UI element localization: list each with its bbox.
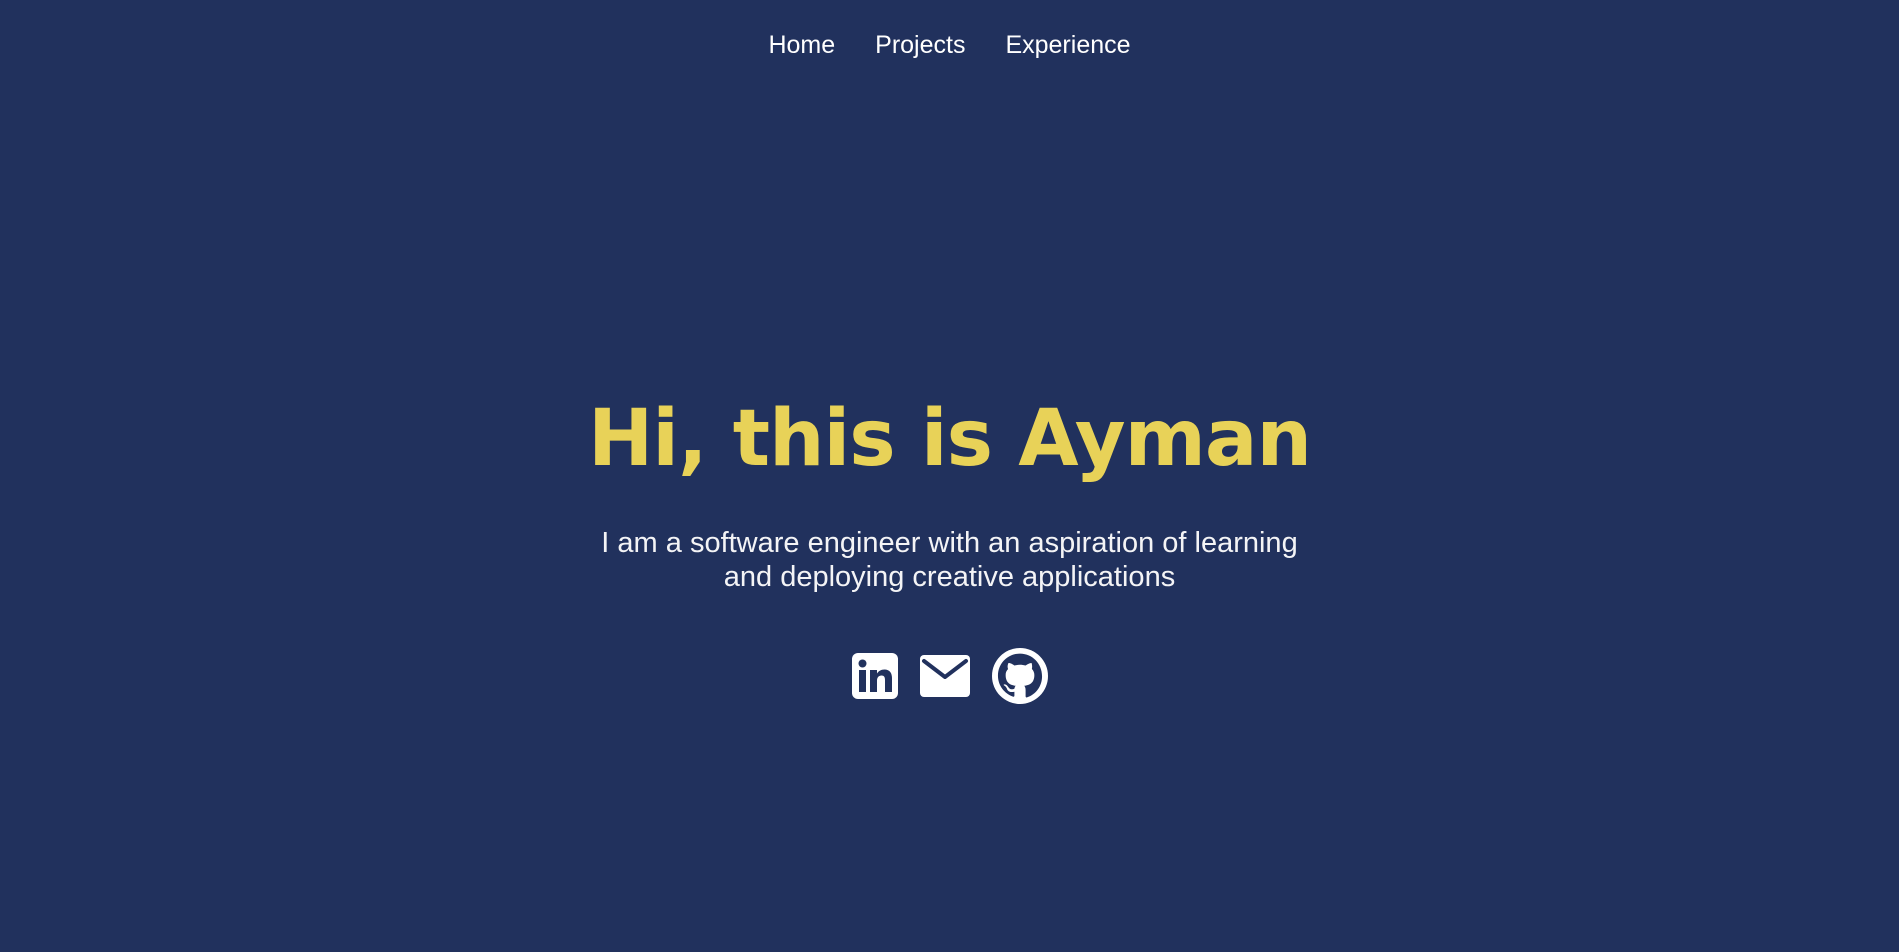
top-navigation: Home Projects Experience <box>0 0 1899 90</box>
social-links <box>0 648 1899 704</box>
nav-link-home[interactable]: Home <box>768 31 835 60</box>
email-link[interactable] <box>919 655 970 697</box>
linkedin-icon <box>851 653 898 699</box>
github-link[interactable] <box>991 648 1048 704</box>
nav-link-projects[interactable]: Projects <box>875 31 965 60</box>
hero-section: Hi, this is Ayman I am a software engine… <box>0 400 1899 594</box>
linkedin-link[interactable] <box>851 653 898 699</box>
hero-title: Hi, this is Ayman <box>587 394 1312 484</box>
mail-icon <box>919 655 970 697</box>
hero-subtitle: I am a software engineer with an aspirat… <box>601 527 1298 593</box>
nav-link-experience[interactable]: Experience <box>1005 31 1130 60</box>
github-icon <box>991 648 1048 704</box>
